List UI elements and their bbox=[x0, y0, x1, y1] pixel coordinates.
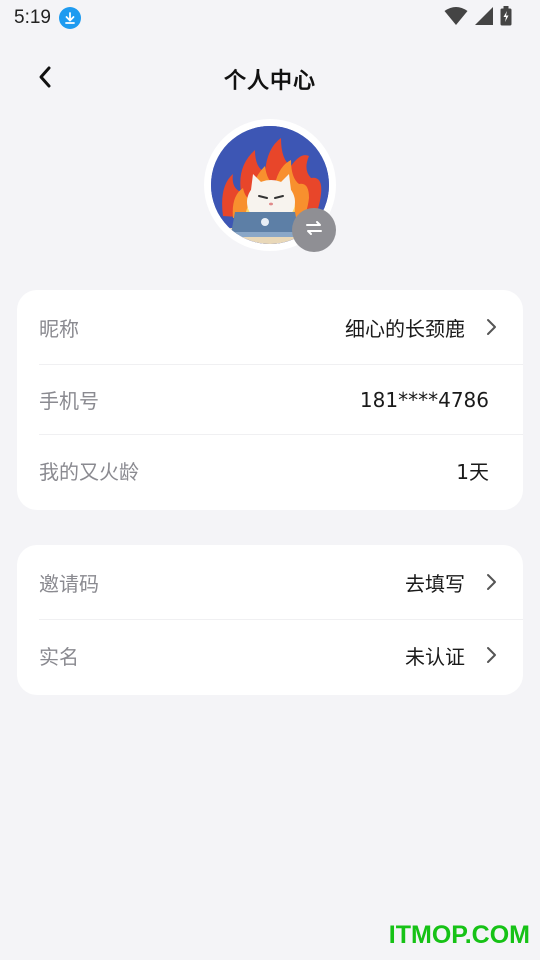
nickname-label: 昵称 bbox=[39, 316, 79, 341]
chevron-right-icon bbox=[481, 572, 501, 592]
nickname-row[interactable]: 昵称 细心的长颈鹿 bbox=[39, 290, 523, 365]
phone-value: 181****4786 bbox=[359, 387, 489, 412]
real-name-value: 未认证 bbox=[405, 644, 465, 669]
invite-code-value: 去填写 bbox=[405, 571, 465, 596]
invite-code-label: 邀请码 bbox=[39, 571, 99, 596]
status-bar: 5:19 bbox=[0, 0, 540, 36]
chevron-right-icon bbox=[481, 317, 501, 337]
real-name-label: 实名 bbox=[39, 644, 79, 669]
status-time: 5:19 bbox=[14, 7, 51, 28]
chevron-right-icon bbox=[481, 645, 501, 665]
real-name-row[interactable]: 实名 未认证 bbox=[39, 620, 523, 690]
download-icon bbox=[58, 7, 81, 29]
verification-card: 邀请码 去填写 实名 未认证 bbox=[17, 545, 523, 695]
signal-icon bbox=[474, 6, 494, 30]
swap-avatar-button[interactable] bbox=[292, 208, 336, 252]
account-age-label: 我的又火龄 bbox=[39, 459, 139, 484]
watermark: ITMOP.COM bbox=[388, 921, 530, 949]
wifi-icon bbox=[444, 6, 468, 30]
nav-bar: 个人中心 bbox=[0, 52, 540, 106]
nickname-value: 细心的长颈鹿 bbox=[345, 316, 465, 341]
account-age-value: 1天 bbox=[456, 459, 489, 484]
phone-row: 手机号 181****4786 bbox=[39, 365, 523, 435]
page-title: 个人中心 bbox=[223, 69, 316, 94]
avatar-section bbox=[204, 119, 336, 252]
profile-info-card: 昵称 细心的长颈鹿 手机号 181****4786 我的又火龄 1天 bbox=[17, 290, 523, 510]
invite-code-row[interactable]: 邀请码 去填写 bbox=[39, 545, 523, 620]
back-button[interactable] bbox=[28, 64, 62, 94]
swap-arrows-icon bbox=[302, 216, 326, 244]
phone-label: 手机号 bbox=[39, 389, 99, 413]
battery-charging-icon bbox=[500, 6, 512, 30]
account-age-row: 我的又火龄 1天 bbox=[39, 435, 523, 505]
chevron-left-icon bbox=[37, 65, 53, 93]
